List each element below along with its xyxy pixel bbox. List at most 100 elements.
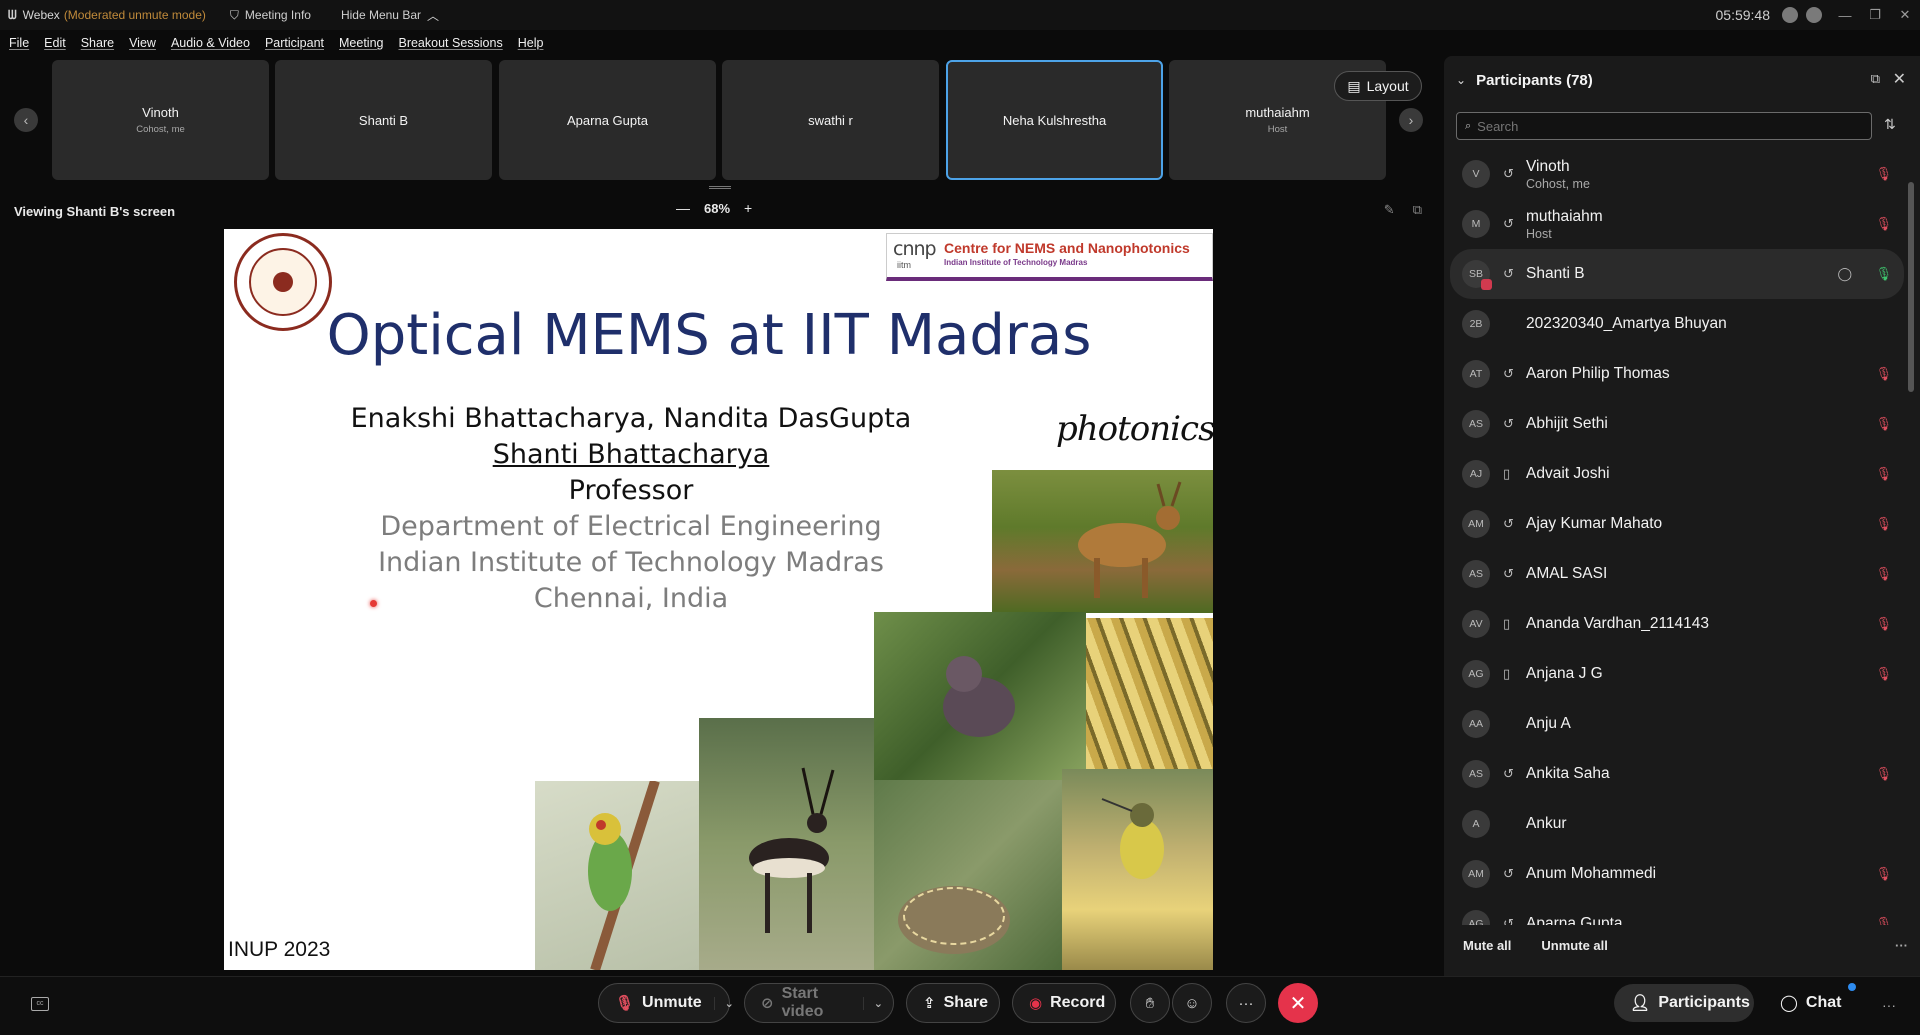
annotate-icon[interactable]: ✎ (1384, 202, 1395, 218)
menu-view[interactable]: View (129, 36, 156, 50)
meeting-info-button[interactable]: ⛉ Meeting Info (230, 8, 311, 23)
participant-row[interactable]: AS ↺ Abhijit Sethi 🎙︎ (1450, 399, 1904, 449)
mic-muted-icon[interactable]: 🎙︎ (1875, 866, 1892, 882)
participant-name: Ankita Saha (1526, 765, 1610, 782)
strip-next-button[interactable]: › (1399, 108, 1423, 132)
chevron-down-icon[interactable]: ⌄ (713, 996, 734, 1010)
menu-audio-video[interactable]: Audio & Video (171, 36, 250, 50)
collapse-chevron-icon[interactable]: ⌄ (1456, 73, 1466, 87)
menu-breakout-sessions[interactable]: Breakout Sessions (398, 36, 502, 50)
headset-icon: ↺ (1503, 916, 1514, 925)
captions-icon[interactable]: cc (31, 997, 49, 1011)
mic-muted-icon[interactable]: 🎙︎ (1875, 516, 1892, 532)
avatar: AJ (1462, 460, 1490, 488)
panel-more-icon[interactable]: ··· (1882, 997, 1896, 1013)
participant-name: Advait Joshi (1526, 465, 1610, 482)
mic-muted-icon[interactable]: 🎙︎ (1875, 616, 1892, 632)
reactions-button[interactable]: ☺ (1172, 983, 1212, 1023)
menu-edit[interactable]: Edit (44, 36, 66, 50)
participant-row[interactable]: AJ ▯ Advait Joshi 🎙︎ (1450, 449, 1904, 499)
menu-meeting[interactable]: Meeting (339, 36, 383, 50)
close-icon[interactable]: ✕ (1893, 69, 1906, 89)
chat-bubble-icon[interactable]: ◯ (1837, 266, 1852, 282)
participants-panel: ⌄ Participants (78) ⧉ ✕ ⌕ ⇅ V ↺ Vinoth C… (1444, 56, 1920, 976)
participant-row[interactable]: AS ↺ Ankita Saha 🎙︎ (1450, 749, 1904, 799)
participant-row[interactable]: AA Anju A (1450, 699, 1904, 749)
tortoise-photo (874, 780, 1062, 970)
participant-row[interactable]: AM ↺ Ajay Kumar Mahato 🎙︎ (1450, 499, 1904, 549)
share-button[interactable]: ⇪ Share (906, 983, 1000, 1023)
mic-muted-icon[interactable]: 🎙︎ (1875, 916, 1892, 925)
mic-active-icon[interactable]: 🎙︎ (1875, 266, 1892, 282)
tile-name: Neha Kulshrestha (1002, 112, 1107, 128)
participant-scrollbar[interactable] (1908, 154, 1914, 914)
hide-menu-bar-button[interactable]: Hide Menu Bar ︿ (341, 7, 439, 24)
close-window-icon[interactable]: ✕ (1890, 7, 1920, 23)
sort-icon[interactable]: ⇅ (1884, 116, 1896, 133)
pop-out-share-icon[interactable]: ⧉ (1413, 202, 1422, 218)
mic-muted-icon[interactable]: 🎙︎ (1875, 766, 1892, 782)
participants-tab-button[interactable]: 👤︎ Participants (1614, 984, 1754, 1022)
tile-name: Vinoth (142, 105, 179, 120)
chevron-left-icon: ‹ (23, 112, 29, 128)
mic-muted-icon[interactable]: 🎙︎ (1875, 466, 1892, 482)
menu-share[interactable]: Share (81, 36, 114, 50)
video-tile-active-speaker[interactable]: Neha Kulshrestha (946, 60, 1163, 180)
more-options-button[interactable]: ··· (1226, 983, 1266, 1023)
participant-row[interactable]: AM ↺ Anum Mohammedi 🎙︎ (1450, 849, 1904, 899)
minimize-icon[interactable]: — (1830, 8, 1860, 23)
restore-icon[interactable]: ❐ (1860, 7, 1890, 23)
pop-out-icon[interactable]: ⧉ (1871, 71, 1880, 87)
barbet-bird-photo (535, 781, 699, 970)
participant-row[interactable]: AG ▯ Anjana J G 🎙︎ (1450, 649, 1904, 699)
start-video-button[interactable]: ⊘ Start video ⌄ (744, 983, 894, 1023)
participant-row[interactable]: 2B 202320340_Amartya Bhuyan (1450, 299, 1904, 349)
participant-name: muthaiahm (1526, 207, 1603, 225)
record-button[interactable]: ◉ Record (1012, 983, 1116, 1023)
mic-muted-icon[interactable]: 🎙︎ (1875, 666, 1892, 682)
unmute-button[interactable]: 🎙︎ Unmute ⌄ (598, 983, 734, 1023)
more-options-icon[interactable]: ··· (1895, 938, 1908, 953)
raise-hand-button[interactable]: ✋︎ (1130, 983, 1170, 1023)
blackbuck-photo (699, 718, 874, 970)
mic-muted-icon[interactable]: 🎙︎ (1875, 166, 1892, 182)
slide-department: Department of Electrical Engineering (380, 511, 882, 542)
chevron-down-icon[interactable]: ⌄ (862, 996, 883, 1010)
participant-row[interactable]: M ↺ muthaiahm Host 🎙︎ (1450, 199, 1904, 249)
participant-row[interactable]: AT ↺ Aaron Philip Thomas 🎙︎ (1450, 349, 1904, 399)
title-bar: ᗯ Webex (Moderated unmute mode) ⛉ Meetin… (0, 0, 1920, 30)
participant-row[interactable]: AV ▯ Ananda Vardhan_2114143 🎙︎ (1450, 599, 1904, 649)
strip-prev-button[interactable]: ‹ (14, 108, 38, 132)
mute-all-button[interactable]: Mute all (1463, 938, 1511, 953)
mic-muted-icon[interactable]: 🎙︎ (1875, 416, 1892, 432)
unmute-all-button[interactable]: Unmute all (1541, 938, 1607, 953)
connection-icon[interactable] (1782, 7, 1798, 23)
search-input[interactable] (1477, 118, 1858, 134)
strip-resize-handle[interactable] (709, 186, 731, 189)
leave-meeting-button[interactable]: ✕ (1278, 983, 1318, 1023)
chat-tab-button[interactable]: ◯ Chat (1770, 984, 1860, 1022)
video-tile[interactable]: swathi r (722, 60, 939, 180)
zoom-in-button[interactable]: + (744, 200, 752, 216)
video-tile[interactable]: Aparna Gupta (499, 60, 716, 180)
slide-city: Chennai, India (533, 583, 729, 614)
mic-muted-icon[interactable]: 🎙︎ (1875, 216, 1892, 232)
menu-participant[interactable]: Participant (265, 36, 324, 50)
mic-muted-icon[interactable]: 🎙︎ (1875, 366, 1892, 382)
layout-button[interactable]: ▤ Layout (1334, 71, 1422, 101)
participant-row[interactable]: AG ↺ Aparna Gupta 🎙︎ (1450, 899, 1904, 925)
participant-row[interactable]: A Ankur (1450, 799, 1904, 849)
zoom-out-button[interactable]: — (676, 200, 690, 216)
participant-row-selected[interactable]: SB ↺ Shanti B ◯ 🎙︎ (1450, 249, 1904, 299)
participant-row[interactable]: AS ↺ AMAL SASI 🎙︎ (1450, 549, 1904, 599)
participant-row[interactable]: V ↺ Vinoth Cohost, me 🎙︎ (1450, 149, 1904, 199)
menu-file[interactable]: File (9, 36, 29, 50)
network-stats-icon[interactable] (1806, 7, 1822, 23)
app-name: Webex (22, 8, 60, 22)
video-tile[interactable]: Vinoth Cohost, me (52, 60, 269, 180)
tile-name: Shanti B (358, 112, 409, 128)
menu-help[interactable]: Help (518, 36, 544, 50)
tile-role: Cohost, me (136, 124, 185, 135)
video-tile[interactable]: Shanti B (275, 60, 492, 180)
mic-muted-icon[interactable]: 🎙︎ (1875, 566, 1892, 582)
